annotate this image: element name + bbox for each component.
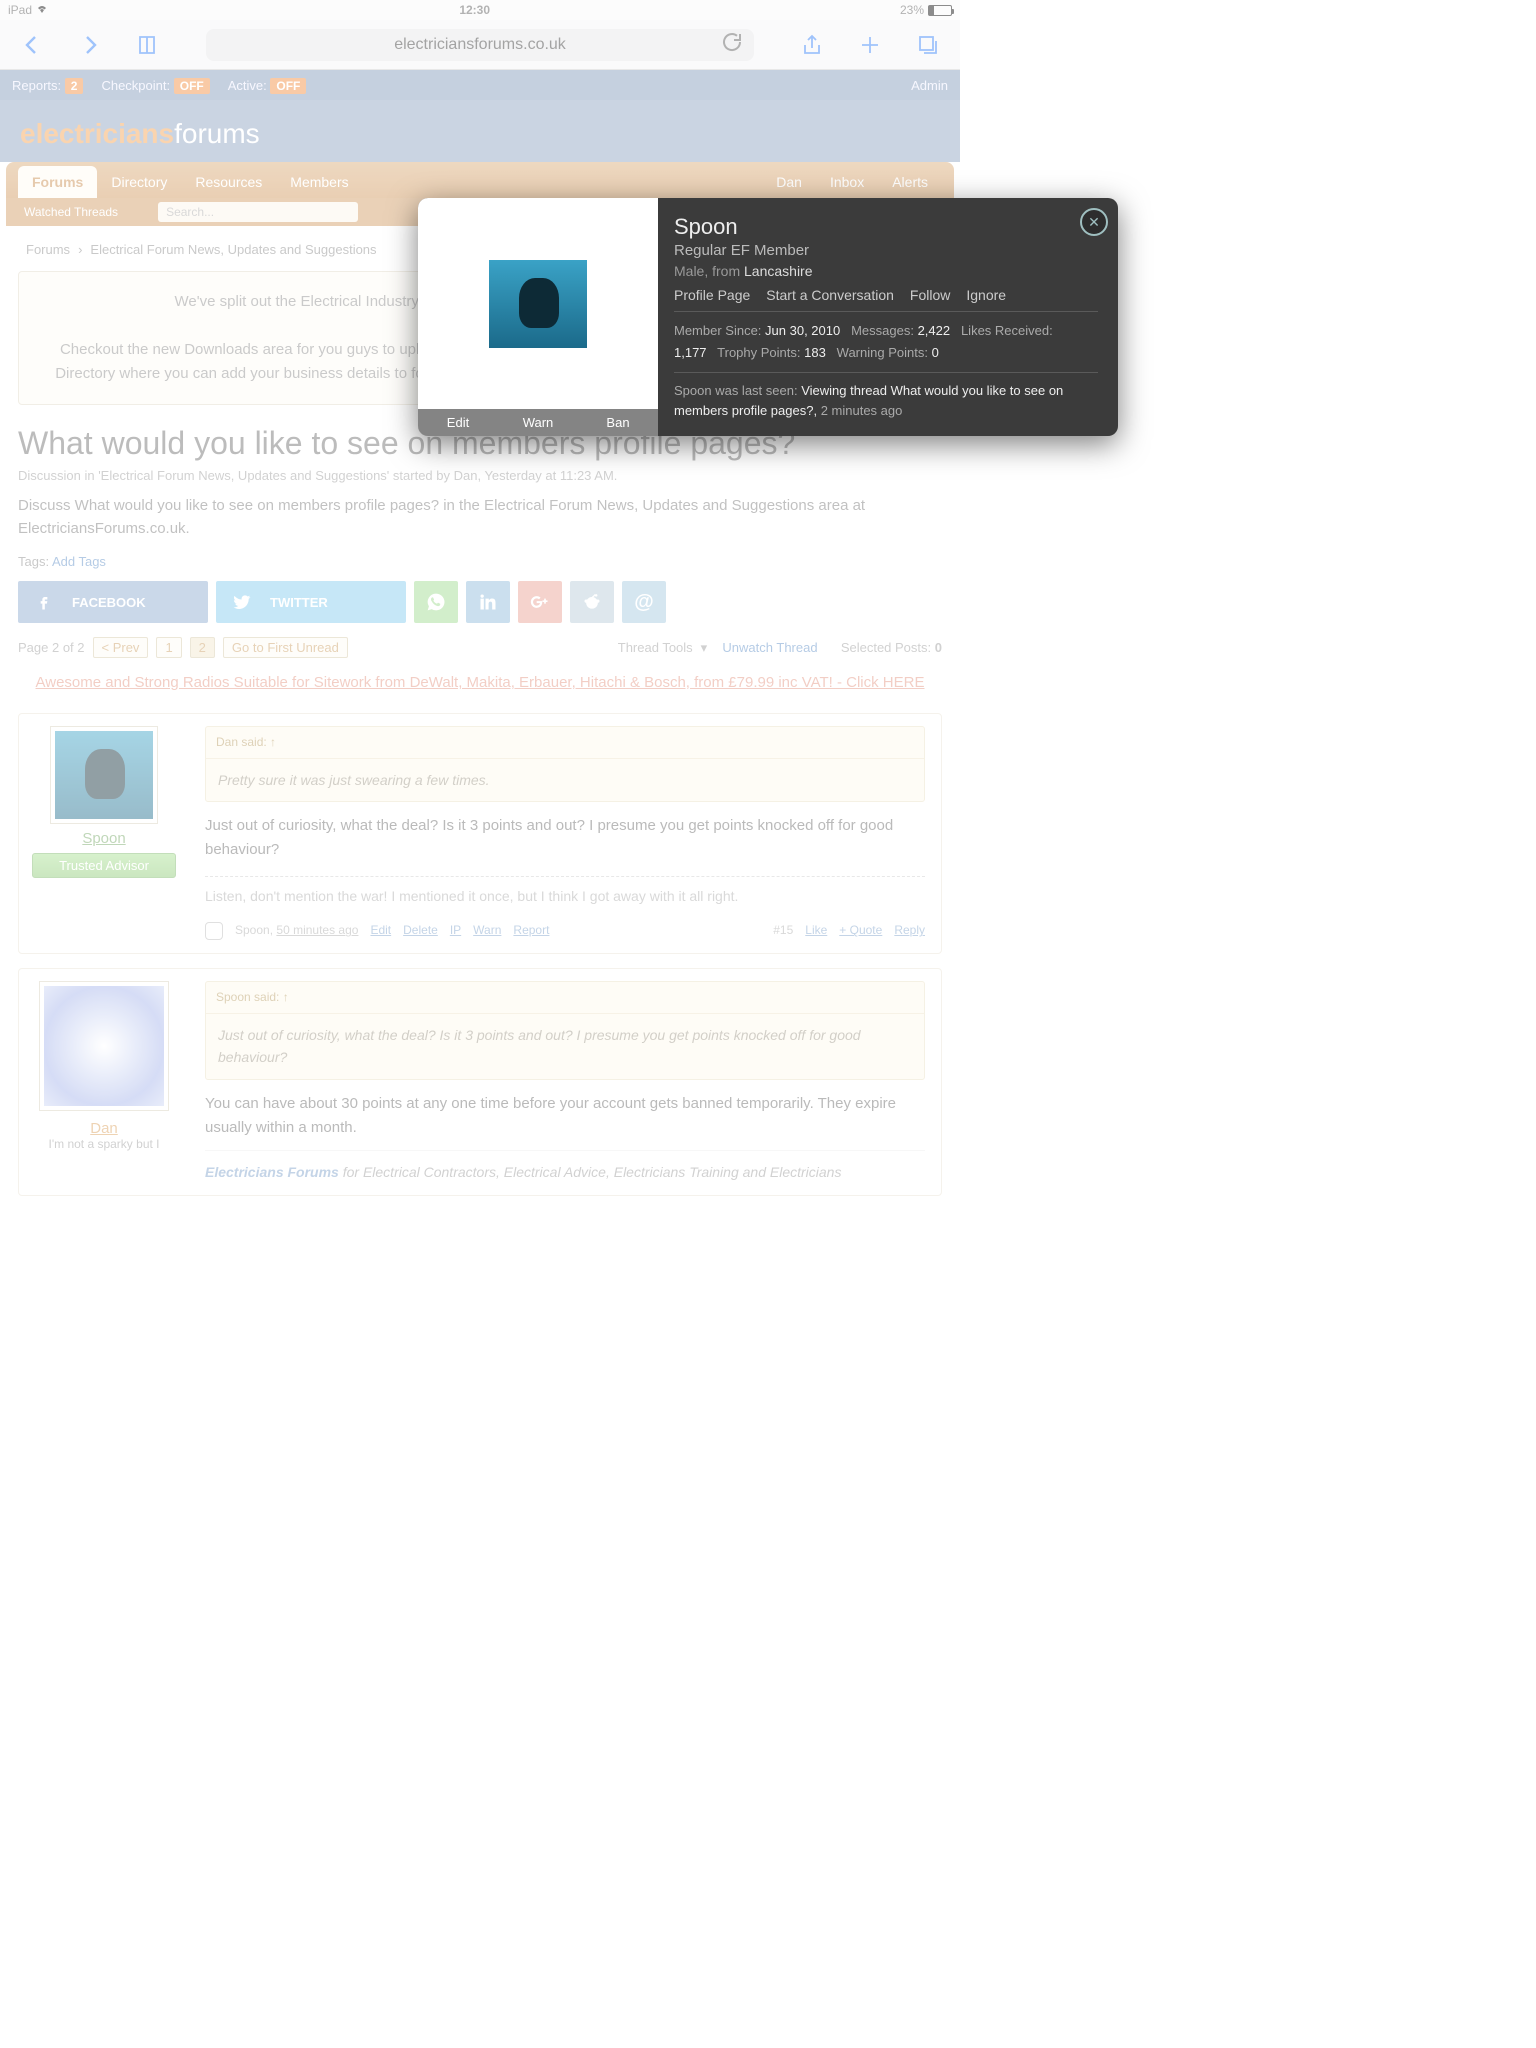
- close-icon[interactable]: ✕: [1080, 208, 1108, 236]
- modal-ignore-link[interactable]: Ignore: [966, 287, 1006, 303]
- modal-tools: Edit Warn Ban: [418, 409, 658, 436]
- modal-gender: Male,: [674, 263, 708, 279]
- modal-conversation-link[interactable]: Start a Conversation: [766, 287, 894, 303]
- modal-follow-link[interactable]: Follow: [910, 287, 950, 303]
- modal-avatar: [489, 260, 587, 348]
- modal-role: Regular EF Member: [674, 242, 1098, 259]
- profile-overlay[interactable]: ✕ Edit Warn Ban Spoon Regular EF Member …: [0, 0, 1536, 2048]
- profile-modal: ✕ Edit Warn Ban Spoon Regular EF Member …: [418, 198, 1118, 436]
- modal-location[interactable]: Lancashire: [744, 263, 813, 279]
- modal-ban[interactable]: Ban: [578, 409, 658, 436]
- modal-warn[interactable]: Warn: [498, 409, 578, 436]
- modal-profile-link[interactable]: Profile Page: [674, 287, 750, 303]
- modal-edit[interactable]: Edit: [418, 409, 498, 436]
- modal-stats: Member Since: Jun 30, 2010 Messages: 2,4…: [674, 320, 1098, 364]
- modal-last-seen: Spoon was last seen: Viewing thread What…: [674, 372, 1098, 420]
- modal-username: Spoon: [674, 214, 1098, 240]
